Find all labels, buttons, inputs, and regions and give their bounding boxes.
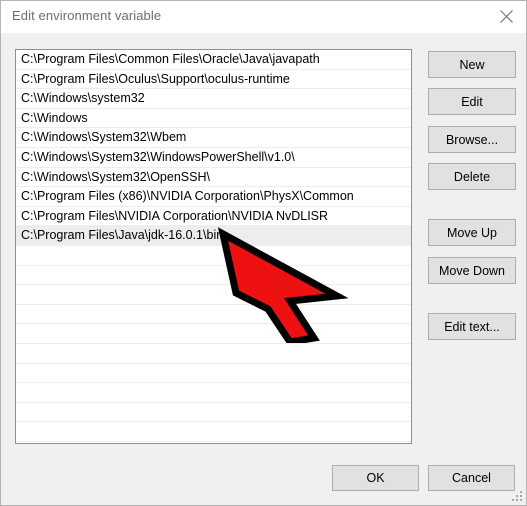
path-list[interactable]: C:\Program Files\Common Files\Oracle\Jav… [15, 49, 412, 444]
browse-button[interactable]: Browse... [428, 126, 516, 153]
delete-button[interactable]: Delete [428, 163, 516, 190]
list-item[interactable]: C:\Program Files\NVIDIA Corporation\NVID… [16, 207, 411, 227]
resize-grip[interactable] [512, 491, 523, 502]
window-title: Edit environment variable [12, 8, 162, 23]
new-button[interactable]: New [428, 51, 516, 78]
list-item-empty[interactable] [16, 285, 411, 305]
edit-environment-variable-dialog: Edit environment variable C:\Program Fil… [0, 0, 527, 506]
list-item-empty[interactable] [16, 364, 411, 384]
list-item[interactable]: C:\Program Files (x86)\NVIDIA Corporatio… [16, 187, 411, 207]
title-bar: Edit environment variable [1, 1, 526, 34]
edit-button[interactable]: Edit [428, 88, 516, 115]
move-up-button[interactable]: Move Up [428, 219, 516, 246]
list-item-empty[interactable] [16, 246, 411, 266]
ok-button[interactable]: OK [332, 465, 419, 491]
edit-text-button[interactable]: Edit text... [428, 313, 516, 340]
list-item-empty[interactable] [16, 403, 411, 423]
list-item-empty[interactable] [16, 266, 411, 286]
list-item[interactable]: C:\Windows\System32\Wbem [16, 128, 411, 148]
list-item-empty[interactable] [16, 383, 411, 403]
list-item-selected[interactable]: C:\Program Files\Java\jdk-16.0.1\bin [16, 226, 411, 246]
list-item-empty[interactable] [16, 344, 411, 364]
list-item[interactable]: C:\Program Files\Common Files\Oracle\Jav… [16, 50, 411, 70]
list-item[interactable]: C:\Program Files\Oculus\Support\oculus-r… [16, 70, 411, 90]
move-down-button[interactable]: Move Down [428, 257, 516, 284]
close-icon[interactable] [484, 1, 526, 32]
list-item[interactable]: C:\Windows\System32\WindowsPowerShell\v1… [16, 148, 411, 168]
list-item-empty[interactable] [16, 422, 411, 442]
list-item-empty[interactable] [16, 324, 411, 344]
list-item[interactable]: C:\Windows\system32 [16, 89, 411, 109]
list-item-empty[interactable] [16, 305, 411, 325]
list-item[interactable]: C:\Windows [16, 109, 411, 129]
list-item[interactable]: C:\Windows\System32\OpenSSH\ [16, 168, 411, 188]
cancel-button[interactable]: Cancel [428, 465, 515, 491]
